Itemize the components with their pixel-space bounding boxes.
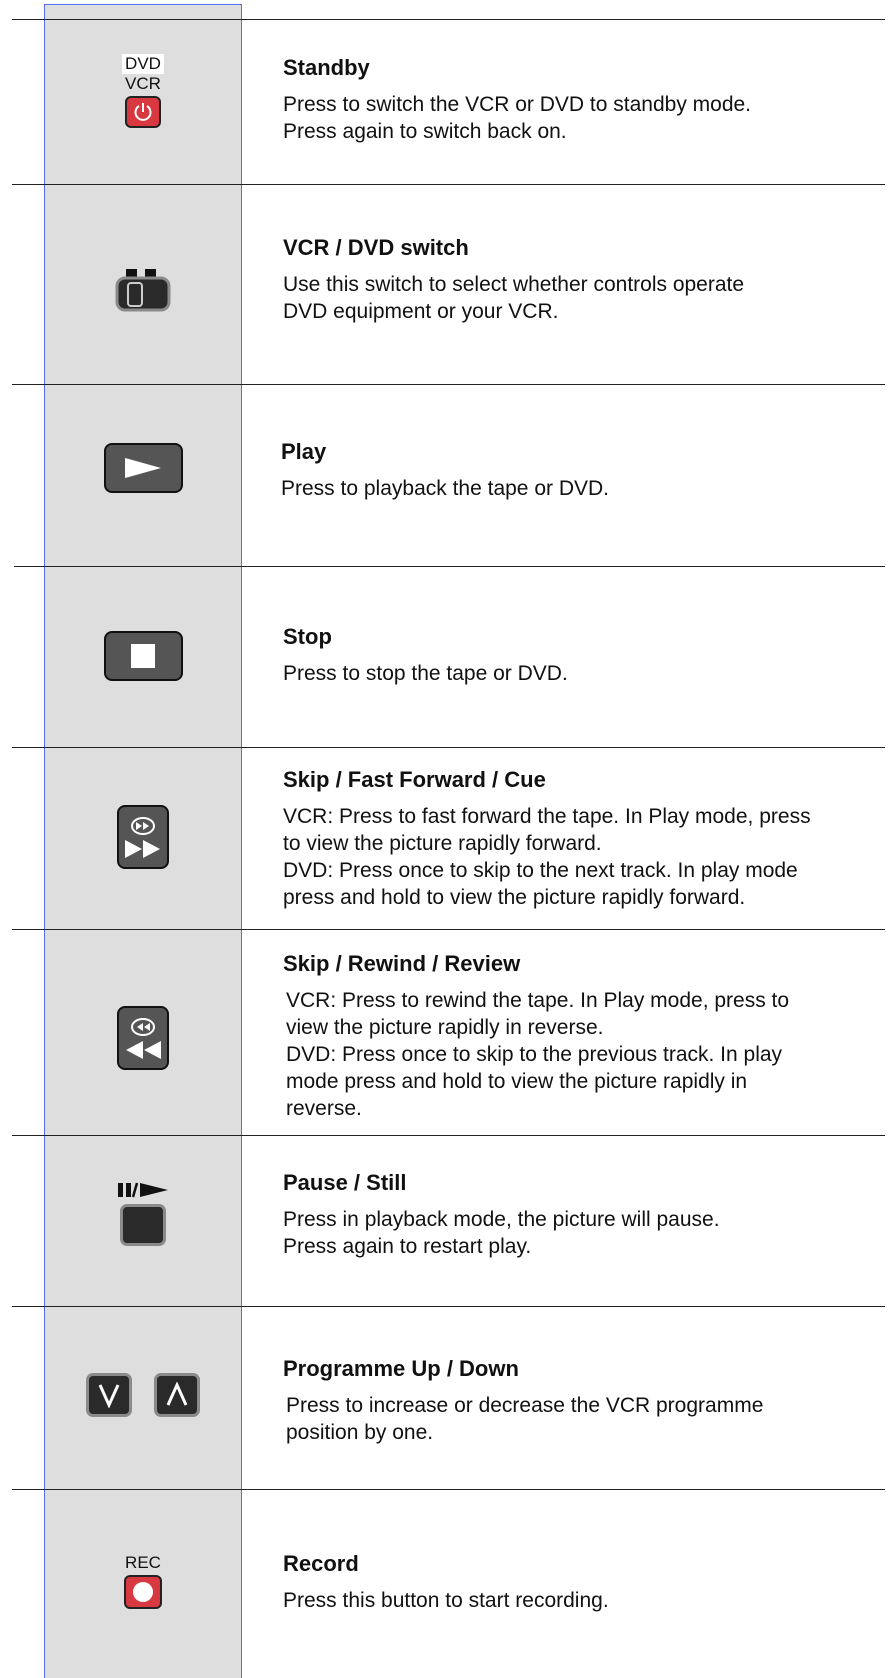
stop-icon [131,644,155,668]
row-text: Press to increase or decrease the VCR pr… [286,1394,764,1444]
switch-icon[interactable] [115,264,171,312]
row-title: Standby [283,55,370,80]
row-title: Skip / Fast Forward / Cue [283,767,546,792]
pause-button[interactable] [120,1204,166,1246]
divider [12,19,885,20]
standby-icon-cell: DVD VCR [44,48,242,134]
standby-description: Standby Press to switch the VCR or DVD t… [283,55,883,145]
rewind-icon [126,1018,161,1059]
record-icon [133,1582,153,1602]
record-icon-cell: REC [44,1551,242,1611]
row-text: Press to playback the tape or DVD. [281,477,609,500]
programme-down-button[interactable] [86,1373,132,1417]
play-icon-cell [44,443,242,493]
play-description: Play Press to playback the tape or DVD. [281,439,881,502]
chevron-down-icon [98,1384,120,1408]
row-title: VCR / DVD switch [283,235,469,260]
standby-button[interactable] [125,96,161,128]
stop-icon-cell [44,631,242,681]
record-label: REC [125,1553,161,1572]
row-text: VCR: Press to fast forward the tape. In … [283,805,811,909]
fast-forward-icon [125,817,160,858]
programme-up-button[interactable] [154,1373,200,1417]
divider [12,384,885,385]
switch-description: VCR / DVD switch Use this switch to sele… [283,235,883,325]
pause-play-icon [118,1182,168,1198]
switch-icon-cell [44,260,242,315]
record-description: Record Press this button to start record… [283,1551,883,1614]
fast-forward-icon-cell [44,805,242,869]
row-title: Skip / Rewind / Review [283,951,521,976]
row-text: Press to stop the tape or DVD. [283,662,568,685]
row-text: Use this switch to select whether contro… [283,273,745,323]
pause-icon-cell [44,1180,242,1246]
rewind-icon-cell [44,1006,242,1070]
stop-description: Stop Press to stop the tape or DVD. [283,624,883,687]
divider [12,929,885,930]
row-text: Press this button to start recording. [283,1589,609,1612]
programme-icon-cell [44,1373,242,1417]
row-title: Play [281,439,327,464]
divider [12,747,885,748]
divider [12,1135,885,1136]
row-text: Press in playback mode, the picture will… [283,1208,720,1258]
power-icon [134,103,152,121]
standby-label-dvd: DVD [122,54,164,74]
pause-description: Pause / Still Press in playback mode, th… [283,1170,883,1260]
divider [12,1489,885,1490]
stop-button[interactable] [103,631,183,681]
divider [12,184,885,185]
row-title: Programme Up / Down [283,1356,519,1381]
record-button[interactable] [124,1575,162,1609]
fast-forward-button[interactable] [117,805,169,869]
divider [12,1306,885,1307]
row-text: VCR: Press to rewind the tape. In Play m… [286,989,790,1120]
rewind-description: Skip / Rewind / Review VCR: Press to rew… [283,951,883,1122]
row-text: Press to switch the VCR or DVD to standb… [283,93,752,143]
fast-forward-description: Skip / Fast Forward / Cue VCR: Press to … [283,767,883,911]
row-title: Pause / Still [283,1170,407,1195]
row-title: Stop [283,624,332,649]
row-title: Record [283,1551,359,1576]
rewind-button[interactable] [117,1006,169,1070]
play-button[interactable] [103,443,183,493]
chevron-up-icon [166,1382,188,1406]
programme-description: Programme Up / Down Press to increase or… [283,1356,883,1446]
divider [14,566,885,567]
play-icon [125,458,161,478]
standby-label-vcr: VCR [125,74,161,93]
